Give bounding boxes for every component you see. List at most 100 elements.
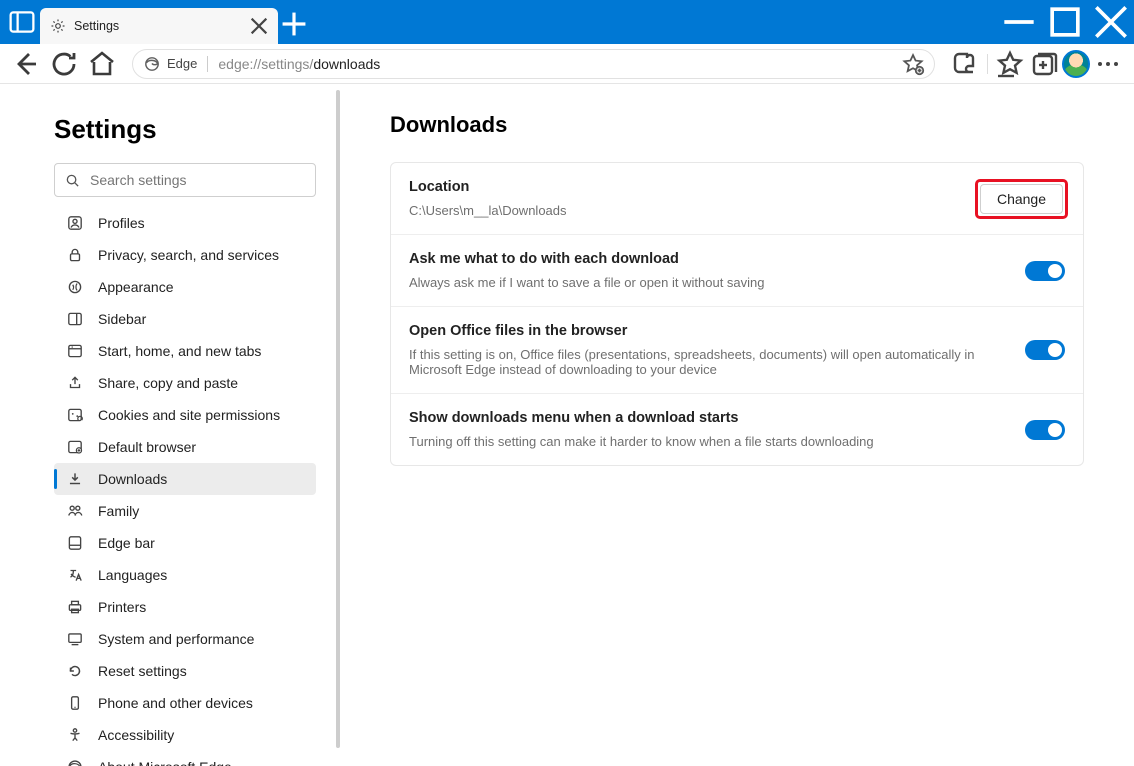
sidebar-item-lock[interactable]: Privacy, search, and services <box>54 239 316 271</box>
minimize-button[interactable] <box>996 0 1042 44</box>
favorites-button[interactable] <box>994 48 1026 80</box>
sidebar-item-label: Share, copy and paste <box>98 375 238 391</box>
browser-icon <box>66 438 84 456</box>
sidebar-item-download[interactable]: Downloads <box>54 463 316 495</box>
sidebar-item-sidebar[interactable]: Sidebar <box>54 303 316 335</box>
address-url: edge://settings/downloads <box>218 56 380 72</box>
maximize-button[interactable] <box>1042 0 1088 44</box>
sidebar-item-cookies[interactable]: Cookies and site permissions <box>54 399 316 431</box>
titlebar-drag-area[interactable] <box>310 0 996 44</box>
sidebar-item-label: Printers <box>98 599 146 615</box>
sidebar-item-lang[interactable]: Languages <box>54 559 316 591</box>
settings-row: Ask me what to do with each download Alw… <box>391 235 1083 307</box>
settings-search-input[interactable] <box>90 172 305 188</box>
refresh-button[interactable] <box>48 48 80 80</box>
edgebar-icon <box>66 534 84 552</box>
toolbar-separator <box>987 54 988 74</box>
home-icon <box>66 342 84 360</box>
sidebar-item-label: Cookies and site permissions <box>98 407 280 423</box>
row-action <box>1025 420 1065 440</box>
tab-close-button[interactable] <box>248 15 270 37</box>
system-icon <box>66 630 84 648</box>
toggle-switch[interactable] <box>1025 261 1065 281</box>
sidebar-item-label: Default browser <box>98 439 196 455</box>
more-menu-button[interactable] <box>1092 48 1124 80</box>
collections-button[interactable] <box>1028 48 1060 80</box>
sidebar-item-phone[interactable]: Phone and other devices <box>54 687 316 719</box>
sidebar: Settings Profiles Privacy, search, and se… <box>0 84 340 766</box>
row-description: Turning off this setting can make it har… <box>409 434 1009 449</box>
row-description: If this setting is on, Office files (pre… <box>409 347 1009 377</box>
toggle-switch[interactable] <box>1025 420 1065 440</box>
settings-card: Location C:\Users\m__la\Downloads Change… <box>390 162 1084 466</box>
sidebar-item-edgebar[interactable]: Edge bar <box>54 527 316 559</box>
sidebar-nav: Profiles Privacy, search, and services App… <box>54 207 316 766</box>
lang-icon <box>66 566 84 584</box>
phone-icon <box>66 694 84 712</box>
sidebar-item-label: Languages <box>98 567 167 583</box>
sidebar-item-label: Profiles <box>98 215 145 231</box>
appearance-icon <box>66 278 84 296</box>
address-separator <box>207 56 208 72</box>
titlebar: Settings <box>0 0 1134 44</box>
address-label: Edge <box>167 56 197 71</box>
sidebar-item-appearance[interactable]: Appearance <box>54 271 316 303</box>
settings-search[interactable] <box>54 163 316 197</box>
sidebar-scrollbar[interactable] <box>336 90 340 748</box>
download-icon <box>66 470 84 488</box>
sidebar-item-label: Family <box>98 503 139 519</box>
location-row: Location C:\Users\m__la\Downloads Change <box>391 163 1083 235</box>
sidebar-title: Settings <box>54 114 316 145</box>
sidebar-item-label: Appearance <box>98 279 174 295</box>
home-button[interactable] <box>86 48 118 80</box>
extensions-button[interactable] <box>949 48 981 80</box>
sidebar-item-label: Phone and other devices <box>98 695 253 711</box>
profile-avatar[interactable] <box>1062 50 1090 78</box>
sidebar-item-printer[interactable]: Printers <box>54 591 316 623</box>
address-bar[interactable]: Edge edge://settings/downloads <box>132 49 935 79</box>
toolbar-right <box>949 48 1124 80</box>
sidebar-item-family[interactable]: Family <box>54 495 316 527</box>
content-area: Settings Profiles Privacy, search, and se… <box>0 84 1134 766</box>
main: Downloads Location C:\Users\m__la\Downlo… <box>340 84 1134 766</box>
sidebar-item-home[interactable]: Start, home, and new tabs <box>54 335 316 367</box>
sidebar-item-label: Downloads <box>98 471 167 487</box>
row-title: Open Office files in the browser <box>409 323 1009 339</box>
close-window-button[interactable] <box>1088 0 1134 44</box>
change-location-button[interactable]: Change <box>980 184 1063 214</box>
toolbar: Edge edge://settings/downloads <box>0 44 1134 84</box>
row-title: Ask me what to do with each download <box>409 251 1009 267</box>
window-controls <box>996 0 1134 44</box>
page-title: Downloads <box>390 112 1084 138</box>
sidebar-item-system[interactable]: System and performance <box>54 623 316 655</box>
edge-logo-icon <box>143 55 161 73</box>
sidebar-item-a11y[interactable]: Accessibility <box>54 719 316 751</box>
row-action <box>1025 261 1065 281</box>
sidebar-item-edge[interactable]: About Microsoft Edge <box>54 751 316 766</box>
row-action <box>1025 340 1065 360</box>
new-tab-button[interactable] <box>278 8 310 40</box>
row-title: Show downloads menu when a download star… <box>409 410 1009 426</box>
profile-icon <box>66 214 84 232</box>
lock-icon <box>66 246 84 264</box>
sidebar-item-browser[interactable]: Default browser <box>54 431 316 463</box>
tab-title: Settings <box>74 19 240 33</box>
sidebar-item-share[interactable]: Share, copy and paste <box>54 367 316 399</box>
family-icon <box>66 502 84 520</box>
browser-tab[interactable]: Settings <box>40 8 278 44</box>
gear-icon <box>50 18 66 34</box>
sidebar-item-reset[interactable]: Reset settings <box>54 655 316 687</box>
sidebar-item-label: Accessibility <box>98 727 174 743</box>
tab-actions-icon[interactable] <box>8 8 36 36</box>
sidebar-item-label: Privacy, search, and services <box>98 247 279 263</box>
favorite-star-button[interactable] <box>900 51 926 77</box>
search-icon <box>65 173 80 188</box>
back-button[interactable] <box>10 48 42 80</box>
share-icon <box>66 374 84 392</box>
change-button-highlight: Change <box>978 182 1065 216</box>
sidebar-item-profile[interactable]: Profiles <box>54 207 316 239</box>
toggle-switch[interactable] <box>1025 340 1065 360</box>
settings-row: Show downloads menu when a download star… <box>391 394 1083 465</box>
sidebar-icon <box>66 310 84 328</box>
a11y-icon <box>66 726 84 744</box>
